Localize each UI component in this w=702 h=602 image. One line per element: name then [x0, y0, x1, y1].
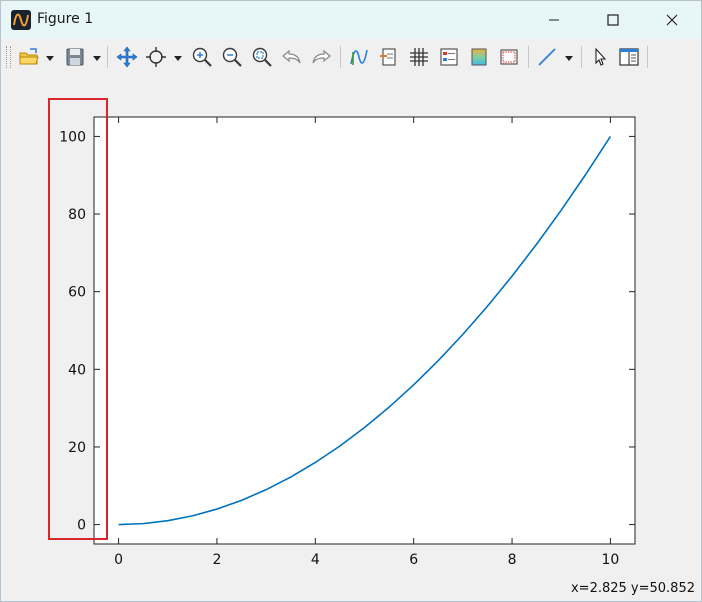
legend-icon — [380, 48, 396, 66]
zoom-data-icon — [146, 47, 166, 67]
properties-icon — [440, 48, 458, 66]
axes-frame-button[interactable] — [497, 45, 521, 69]
x-tick-label: 4 — [311, 552, 320, 568]
select-cursor-icon — [595, 47, 607, 66]
toolbar-grip[interactable] — [6, 46, 11, 68]
axes-background[interactable] — [93, 116, 636, 545]
undo-icon — [282, 49, 301, 64]
x-tick-label: 2 — [212, 552, 221, 568]
curve-button[interactable] — [347, 45, 371, 69]
figure-window: Figure 1 0 2 4 6 8 10 0 20 40 60 80 100 … — [0, 0, 702, 602]
chevron-down-icon[interactable] — [173, 54, 183, 62]
chevron-down-icon[interactable] — [45, 54, 55, 62]
legend-button[interactable] — [377, 45, 401, 69]
redo-button[interactable] — [309, 45, 333, 69]
cursor-coordinates: x=2.825 y=50.852 — [570, 581, 695, 596]
grid-button[interactable] — [407, 45, 431, 69]
select-cursor-button[interactable] — [588, 45, 612, 69]
panel-layout-icon — [619, 48, 639, 66]
grid-icon — [410, 48, 428, 66]
toolbar-separator — [581, 46, 582, 68]
zoom-in-icon — [192, 47, 212, 67]
maximize-icon — [607, 14, 619, 26]
toolbar-separator — [340, 46, 341, 68]
zoom-out-button[interactable] — [220, 45, 244, 69]
status-bar: x=2.825 y=50.852 — [1, 579, 701, 601]
app-icon — [11, 10, 31, 30]
zoom-in-button[interactable] — [190, 45, 214, 69]
colorbar-icon — [471, 48, 487, 66]
redo-icon — [312, 49, 331, 64]
zoom-fit-icon — [252, 47, 272, 67]
pan-icon — [116, 46, 138, 68]
save-button[interactable] — [63, 45, 87, 69]
save-icon — [66, 48, 84, 66]
toolbar-separator — [107, 46, 108, 68]
chevron-down-icon[interactable] — [564, 54, 574, 62]
title-bar[interactable]: Figure 1 — [1, 1, 701, 39]
window-title: Figure 1 — [37, 11, 94, 27]
y-axis-highlight-box — [48, 98, 108, 540]
maximize-button[interactable] — [590, 1, 636, 39]
panel-layout-button[interactable] — [617, 45, 641, 69]
minimize-icon — [549, 19, 559, 21]
x-tick-label: 10 — [601, 552, 619, 568]
data-cursor-button[interactable] — [144, 45, 168, 69]
line-style-button[interactable] — [535, 45, 559, 69]
x-tick-label: 8 — [508, 552, 517, 568]
toolbar-separator — [647, 46, 648, 68]
toolbar — [1, 39, 701, 75]
pan-button[interactable] — [115, 45, 139, 69]
curve-style-icon — [350, 49, 368, 65]
zoom-out-icon — [222, 47, 242, 67]
toolbar-separator — [528, 46, 529, 68]
properties-button[interactable] — [437, 45, 461, 69]
minimize-button[interactable] — [531, 1, 577, 39]
zoom-fit-button[interactable] — [250, 45, 274, 69]
axes-frame-icon — [500, 49, 518, 65]
close-button[interactable] — [649, 1, 695, 39]
open-folder-icon — [19, 48, 39, 65]
line-style-icon — [538, 48, 556, 66]
x-tick-label: 0 — [114, 552, 123, 568]
close-icon — [666, 14, 678, 26]
undo-button[interactable] — [280, 45, 304, 69]
chevron-down-icon[interactable] — [92, 54, 102, 62]
x-tick-label: 6 — [409, 552, 418, 568]
colorbar-button[interactable] — [467, 45, 491, 69]
open-button[interactable] — [17, 45, 41, 69]
